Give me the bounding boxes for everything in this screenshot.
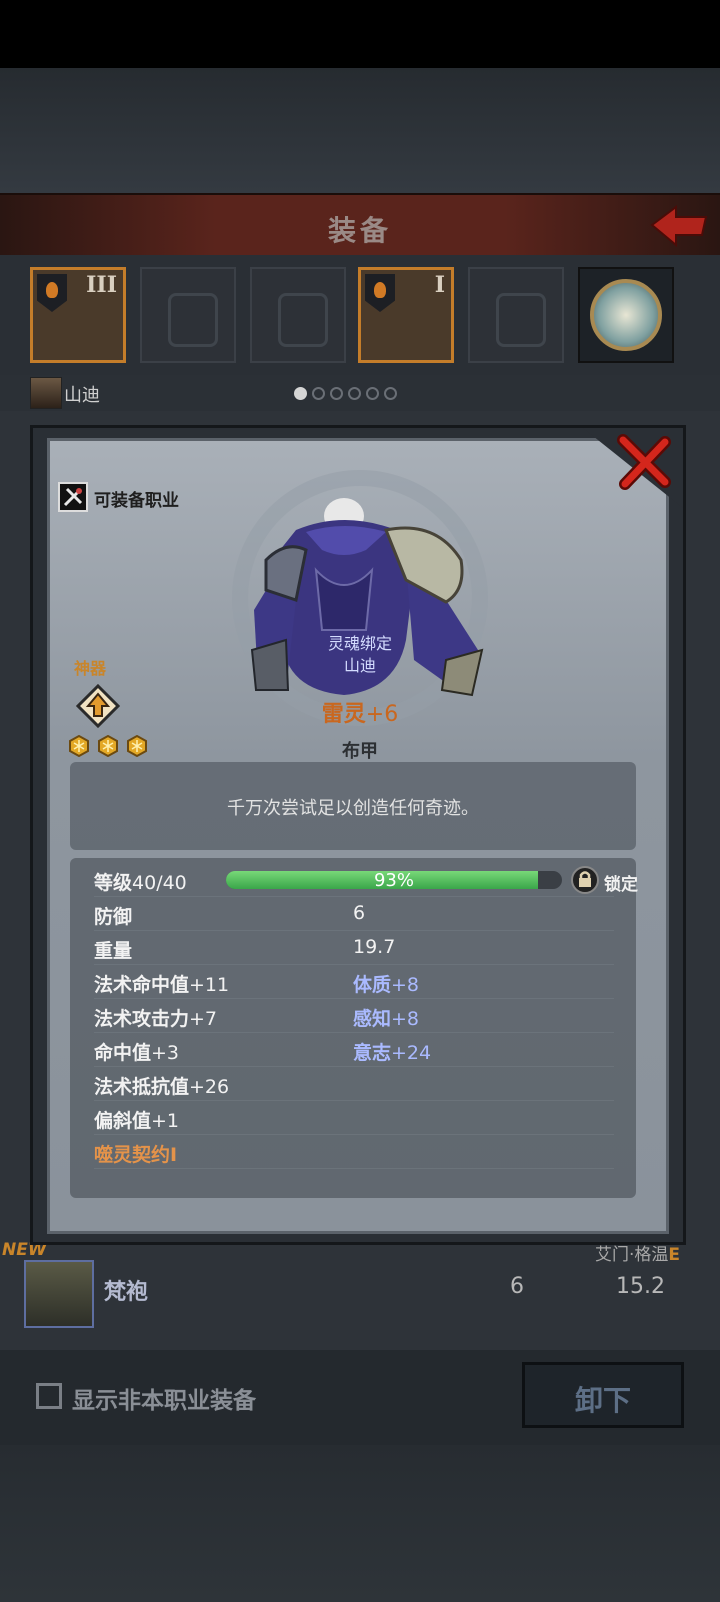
robe-icon — [24, 1260, 94, 1328]
stat-row: 重量 19.7 — [94, 932, 614, 965]
stat-label: 防御 — [94, 906, 133, 928]
bonus-right: 感知+8 — [353, 1008, 420, 1030]
back-arrow-icon[interactable] — [648, 203, 710, 249]
stat-value: 6 — [353, 902, 366, 924]
stat-value: 19.7 — [353, 936, 396, 958]
list-item-weight: 15.2 — [616, 1274, 665, 1299]
page-dot[interactable] — [312, 387, 325, 400]
class-crest-icon — [37, 274, 67, 312]
bonus-row: 法术攻击力+7 感知+8 — [94, 1000, 614, 1033]
class-crest-icon — [365, 274, 395, 312]
page-dot[interactable] — [330, 387, 343, 400]
equipment-slots: III I — [0, 255, 720, 375]
slot-armor[interactable]: I — [358, 267, 454, 363]
bonus-row: 法术命中值+11 体质+8 — [94, 966, 614, 999]
unequip-label: 卸下 — [574, 1384, 631, 1417]
page-dot[interactable] — [366, 387, 379, 400]
equipment-header: 装备 — [0, 193, 720, 259]
description-box: 千万次尝试足以创造任何奇迹。 — [70, 762, 636, 850]
item-description: 千万次尝试足以创造任何奇迹。 — [227, 798, 479, 819]
lock-label: 锁定 — [604, 875, 638, 895]
close-icon[interactable] — [615, 434, 673, 492]
page-indicator — [294, 385, 402, 404]
bonus-left: 法术攻击力+7 — [94, 1008, 218, 1030]
slot-shield[interactable] — [140, 267, 236, 363]
item-name-text: 雷灵 — [321, 702, 366, 727]
list-item[interactable]: 梵袍 6 15.2 艾门·格温E — [0, 1245, 720, 1340]
level-row: 等级40/40 93% 锁定 — [94, 864, 638, 897]
gloves-placeholder-icon — [496, 293, 546, 347]
status-bar — [0, 0, 720, 68]
list-item-defense: 6 — [510, 1274, 524, 1299]
slot-tier: III — [86, 272, 117, 298]
class-tools-icon — [58, 482, 88, 512]
level-label: 等级40/40 — [94, 872, 187, 894]
list-item-name: 梵袍 — [104, 1280, 149, 1305]
top-background — [0, 68, 720, 193]
item-name: 雷灵+6 — [0, 696, 720, 728]
helmet-placeholder-icon — [278, 293, 328, 347]
soulbound-tag: 灵魂绑定 山迪 — [290, 633, 430, 677]
bonus-row: 法术抵抗值+26 — [94, 1068, 614, 1101]
show-other-class-checkbox[interactable] — [36, 1383, 62, 1409]
soulbound-owner: 山迪 — [343, 656, 376, 675]
artifact-label: 神器 — [74, 659, 107, 678]
slot-gloves[interactable] — [468, 267, 564, 363]
bottom-background — [0, 1445, 720, 1602]
lock-icon[interactable] — [571, 866, 599, 894]
stats-panel: 等级40/40 93% 锁定 防御 6 重量 19.7 法术命中值+11 体质+… — [70, 858, 638, 1198]
amulet-icon — [590, 279, 662, 351]
stat-label: 重量 — [94, 940, 133, 962]
bonus-left: 命中值+3 — [94, 1042, 180, 1064]
slot-amulet[interactable] — [578, 267, 674, 363]
bottom-bar: 显示非本职业装备 卸下 — [0, 1350, 720, 1445]
slot-tier: I — [434, 272, 445, 298]
unequip-button[interactable]: 卸下 — [522, 1362, 684, 1428]
shield-placeholder-icon — [168, 293, 218, 347]
item-type: 布甲 — [342, 741, 378, 762]
bonus-row: 命中值+3 意志+24 — [94, 1034, 614, 1067]
stat-row: 防御 6 — [94, 898, 614, 931]
bonus-right: 意志+24 — [353, 1042, 432, 1064]
slot-weapon[interactable]: III — [30, 267, 126, 363]
page-dot[interactable] — [384, 387, 397, 400]
xp-progress-bar: 93% — [226, 871, 562, 889]
bonus-left: 法术抵抗值+26 — [94, 1076, 230, 1098]
slot-helmet[interactable] — [250, 267, 346, 363]
bonus-row: 偏斜值+1 — [94, 1102, 614, 1135]
character-row: 山迪 — [0, 375, 720, 411]
checkbox-label: 显示非本职业装备 — [72, 1388, 256, 1414]
page-title: 装备 — [327, 214, 392, 247]
character-name: 山迪 — [64, 385, 100, 406]
xp-percent: 93% — [373, 871, 414, 889]
enchant-label: 噬灵契约I — [94, 1144, 178, 1166]
bonus-left: 法术命中值+11 — [94, 974, 230, 996]
enchant-row: 噬灵契约I — [94, 1136, 614, 1169]
page-dot[interactable] — [294, 387, 307, 400]
avatar[interactable] — [30, 377, 62, 409]
bonus-right: 体质+8 — [353, 974, 420, 996]
usable-class-label: 可装备职业 — [94, 491, 179, 511]
cloth-armor-icon — [250, 498, 484, 697]
soulbound-label: 灵魂绑定 — [327, 634, 392, 653]
page-dot[interactable] — [348, 387, 361, 400]
item-enhance-level: +6 — [365, 702, 399, 727]
bonus-left: 偏斜值+1 — [94, 1110, 180, 1132]
